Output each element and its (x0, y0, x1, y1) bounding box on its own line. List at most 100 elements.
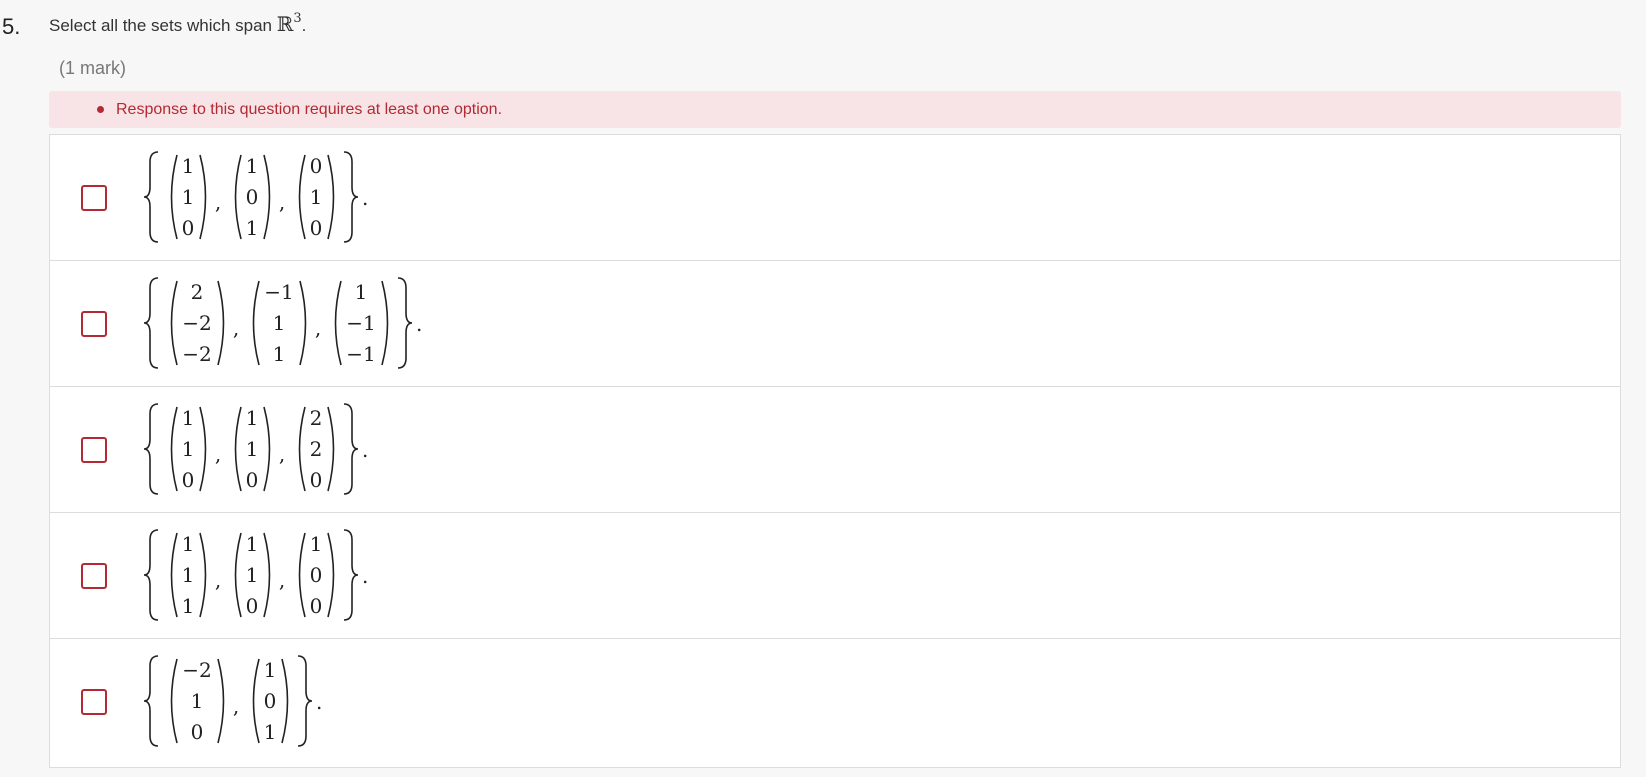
right-paren (199, 406, 207, 492)
right-paren (199, 154, 207, 240)
left-paren (234, 154, 242, 240)
option-checkbox[interactable] (81, 310, 107, 337)
right-paren (263, 406, 271, 492)
option-checkbox[interactable] (81, 689, 107, 715)
vector-entry: 1 (246, 532, 259, 556)
vector-entry: 1 (182, 406, 195, 430)
period: . (316, 690, 322, 714)
comma: , (279, 442, 285, 466)
right-paren (381, 280, 389, 366)
comma: , (233, 694, 239, 718)
left-paren (170, 406, 178, 492)
right-paren (281, 658, 289, 744)
right-paren (217, 658, 225, 744)
vector-entry: −1 (264, 280, 293, 304)
vector-set: 2 −2 −2, −1 1 1, 1 −1 −1. (143, 277, 422, 369)
vector-entry: 0 (264, 689, 277, 713)
period: . (416, 312, 422, 336)
left-paren (170, 154, 178, 240)
left-brace (143, 529, 159, 621)
vector-entry: 0 (310, 468, 323, 492)
answer-option[interactable]: 2 −2 −2, −1 1 1, 1 −1 −1. (50, 261, 1620, 387)
right-brace (343, 151, 359, 243)
vector-entry: 1 (246, 406, 259, 430)
comma: , (279, 568, 285, 592)
vector-entry: 0 (310, 216, 323, 240)
vector-entry: 1 (182, 154, 195, 178)
vector-entry: 2 (191, 280, 204, 304)
vector-entry: 0 (310, 563, 323, 587)
left-brace (143, 277, 159, 369)
period: . (362, 564, 368, 588)
vector-entry: 1 (182, 185, 195, 209)
vector-entry: 1 (246, 154, 259, 178)
right-paren (263, 532, 271, 618)
vector-entry: 2 (310, 437, 323, 461)
left-brace (143, 151, 159, 243)
vector-entry: 1 (310, 532, 323, 556)
right-paren (327, 154, 335, 240)
vector-entry: 1 (246, 563, 259, 587)
vector-entry: 1 (182, 563, 195, 587)
right-brace (297, 655, 313, 747)
answer-option[interactable]: 1 1 0, 1 0 1, 0 1 0. (50, 135, 1620, 261)
vector-entry: 0 (310, 594, 323, 618)
vector-set: −2 1 0, 1 0 1. (143, 655, 322, 747)
vector-entry: 1 (182, 532, 195, 556)
vector-set: 1 1 1, 1 1 0, 1 0 0. (143, 529, 368, 621)
vector-entry: 1 (355, 280, 368, 304)
right-brace (343, 403, 359, 495)
vector-entry: 0 (191, 720, 204, 744)
right-paren (217, 280, 225, 366)
vector-entry: 0 (310, 154, 323, 178)
vector-entry: 1 (246, 216, 259, 240)
comma: , (215, 190, 221, 214)
prompt-suffix: . (301, 16, 307, 35)
answer-option[interactable]: 1 1 0, 1 1 0, 2 2 0. (50, 387, 1620, 513)
left-paren (170, 280, 178, 366)
comma: , (315, 316, 321, 340)
comma: , (233, 316, 239, 340)
vector-entry: 1 (273, 342, 286, 366)
left-paren (234, 532, 242, 618)
comma: , (279, 190, 285, 214)
period: . (362, 438, 368, 462)
vector-entry: 0 (246, 185, 259, 209)
vector-entry: 1 (264, 720, 277, 744)
comma: , (215, 568, 221, 592)
right-paren (263, 154, 271, 240)
option-checkbox[interactable] (81, 436, 107, 463)
vector-entry: 2 (310, 406, 323, 430)
vector-entry: 0 (246, 594, 259, 618)
answer-option[interactable]: −2 1 0, 1 0 1. (50, 639, 1620, 765)
question-marks: (1 mark) (59, 58, 126, 78)
question-number: 5. (2, 14, 21, 39)
left-paren (252, 280, 260, 366)
options-list: 1 1 0, 1 0 1, 0 1 0. 2 −2 −2, −1 1 1, 1 −1 −1. 1 1 0, 1 1 0, 2 2 0… (49, 134, 1621, 768)
vector-entry: −1 (346, 342, 375, 366)
vector-entry: 1 (182, 437, 195, 461)
vector-entry: −1 (346, 311, 375, 335)
option-checkbox[interactable] (81, 184, 107, 211)
vector-set: 1 1 0, 1 1 0, 2 2 0. (143, 403, 368, 495)
vector-entry: 0 (182, 216, 195, 240)
right-brace (397, 277, 413, 369)
left-brace (143, 403, 159, 495)
option-checkbox[interactable] (81, 562, 107, 589)
validation-alert: Response to this question requires at le… (49, 91, 1621, 128)
answer-option[interactable]: 1 1 1, 1 1 0, 1 0 0. (50, 513, 1620, 639)
vector-entry: 0 (246, 468, 259, 492)
vector-entry: 1 (264, 658, 277, 682)
left-paren (298, 532, 306, 618)
vector-entry: 1 (273, 311, 286, 335)
question-prompt: Select all the sets which span ℝ3. (49, 11, 307, 36)
left-paren (252, 658, 260, 744)
right-paren (327, 532, 335, 618)
validation-message: Response to this question requires at le… (116, 100, 503, 118)
right-paren (199, 532, 207, 618)
bullet-icon (97, 106, 104, 113)
prompt-exponent: 3 (293, 11, 302, 27)
right-paren (299, 280, 307, 366)
left-paren (298, 406, 306, 492)
prompt-prefix: Select all the sets which span (49, 16, 277, 35)
